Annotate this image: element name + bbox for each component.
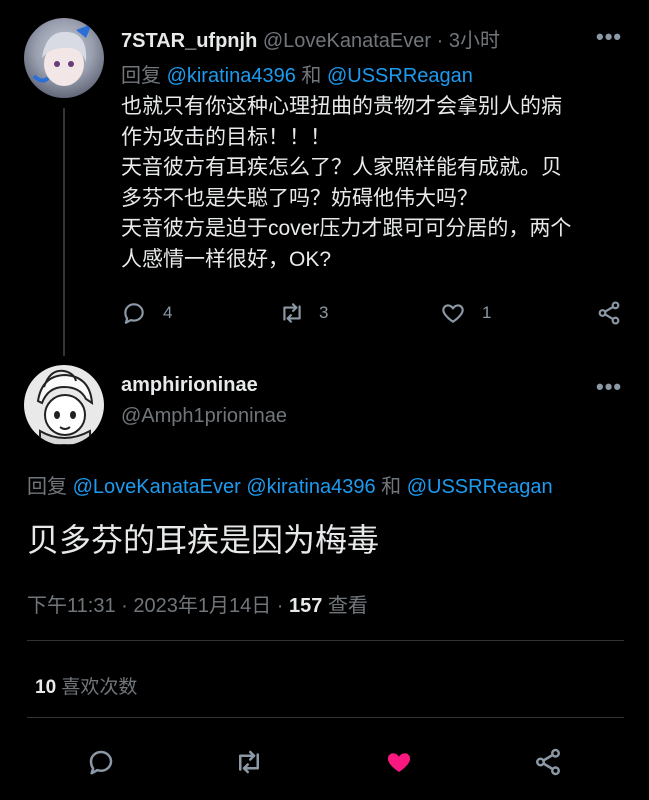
heart-icon: [442, 304, 464, 323]
retweet-count: 3: [319, 303, 329, 322]
mention-link[interactable]: @USSRReagan: [407, 476, 553, 498]
divider: [27, 640, 624, 641]
share-action[interactable]: [596, 300, 622, 331]
views-label: 查看: [327, 595, 368, 617]
retweet-icon: [239, 750, 259, 774]
share-icon: [536, 748, 560, 776]
tweet-time[interactable]: 3小时: [449, 30, 500, 52]
reply-prefix: 回复: [27, 476, 67, 498]
likes-count: 10: [35, 677, 57, 698]
reply-button[interactable]: [86, 747, 116, 782]
retweet-action[interactable]: 3: [279, 300, 328, 326]
avatar-lovekanataever[interactable]: [24, 18, 104, 98]
tweet-timestamp[interactable]: 下午11:31 · 2023年1月14日 ·: [27, 595, 283, 617]
reply-and: 和: [301, 65, 322, 87]
retweet-button[interactable]: [234, 747, 264, 782]
like-action[interactable]: 1: [440, 300, 491, 326]
views-count: 157: [288, 595, 323, 617]
replying-to: 回复 @LoveKanataEver @kiratina4396 和 @USSR…: [27, 470, 553, 499]
tweet-text-line: 作为攻击的目标！！！: [121, 125, 331, 149]
reply-action[interactable]: 4: [121, 300, 172, 326]
more-dots-icon[interactable]: •••: [596, 376, 622, 398]
reply-tweet-header: 7STAR_ufpnjh @LoveKanataEver · 3小时: [121, 24, 500, 53]
likes-summary[interactable]: 10 喜欢次数: [35, 672, 137, 699]
reply-icon: [89, 750, 113, 775]
like-button[interactable]: [384, 747, 414, 782]
like-count: 1: [482, 303, 492, 322]
tweet-text-line: 也就只有你这种心理扭曲的贵物才会拿别人的病: [121, 95, 562, 118]
heart-filled-icon: [387, 753, 411, 772]
more-dots-icon[interactable]: •••: [596, 26, 622, 48]
mention-link[interactable]: @kiratina4396: [167, 65, 296, 87]
share-icon: [598, 301, 620, 325]
display-name[interactable]: 7STAR_ufpnjh: [121, 30, 257, 52]
user-handle[interactable]: @LoveKanataEver: [263, 30, 431, 52]
reply-count: 4: [163, 303, 173, 322]
thread-line: [63, 108, 65, 356]
tweet-text: 也就只有你这种心理扭曲的贵物才会拿别人的病 作为攻击的目标！！！ 天音彼方有耳疾…: [121, 92, 631, 275]
avatar-amph1prioninae[interactable]: [24, 365, 104, 445]
user-handle[interactable]: @Amph1prioninae: [121, 405, 287, 428]
mention-link[interactable]: @kiratina4396: [246, 476, 375, 498]
separator: ·: [436, 30, 444, 52]
retweet-icon: [283, 303, 301, 323]
tweet-text: 贝多芬的耳疾是因为梅毒: [27, 522, 380, 558]
mention-link[interactable]: @USSRReagan: [327, 65, 473, 87]
mention-link[interactable]: @LoveKanataEver: [73, 476, 241, 498]
tweet-text-line: 人感情一样很好，OK?: [121, 247, 332, 271]
tweet-meta: 下午11:31 · 2023年1月14日 · 157 查看: [27, 589, 368, 618]
tweet-text-line: 天音彼方有耳疾怎么了？人家照样能有成就。贝: [121, 156, 562, 179]
reply-prefix: 回复: [121, 65, 161, 87]
reply-icon: [124, 303, 144, 324]
tweet-text-line: 天音彼方是迫于cover压力才跟可可分居的，两个: [121, 217, 572, 240]
display-name[interactable]: amphirioninae: [121, 374, 258, 397]
reply-and: 和: [381, 476, 402, 498]
likes-label: 喜欢次数: [61, 677, 138, 698]
replying-to: 回复 @kiratina4396 和 @USSRReagan: [121, 59, 473, 88]
tweet-text-line: 多芬不也是失聪了吗？妨碍他伟大吗？: [121, 186, 478, 210]
divider: [27, 717, 624, 718]
share-button[interactable]: [533, 747, 563, 782]
